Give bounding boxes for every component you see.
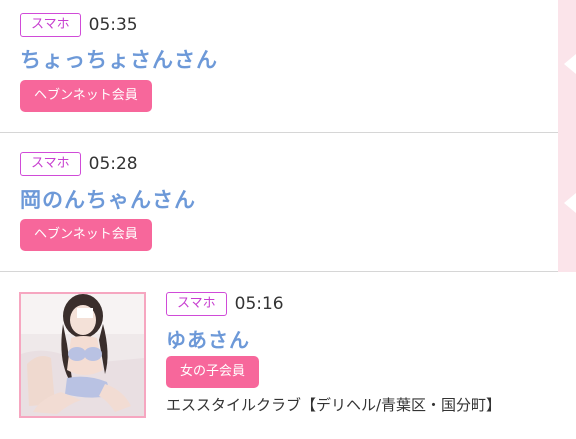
panel-notch: [564, 54, 576, 74]
device-badge: スマホ: [20, 152, 81, 176]
access-entry[interactable]: スマホ 05:35 ちょっちょさんさん ヘブンネット会員: [0, 0, 558, 133]
member-type-badge: 女の子会員: [166, 356, 260, 388]
device-badge: スマホ: [166, 292, 227, 316]
visitor-name[interactable]: ゆあさん: [166, 324, 250, 353]
access-time: 05:28: [88, 154, 138, 174]
access-entry[interactable]: スマホ 05:16 ゆあさん 女の子会員 エススタイルクラブ【デリヘル/青葉区・…: [0, 272, 576, 439]
access-entry[interactable]: スマホ 05:28 岡のんちゃんさん ヘブンネット会員: [0, 133, 558, 272]
member-type-badge: ヘブンネット会員: [20, 219, 152, 251]
panel-notch: [564, 193, 576, 213]
device-badge: スマホ: [20, 13, 81, 37]
visitor-name[interactable]: ちょっちょさんさん: [20, 44, 218, 74]
shop-name[interactable]: エススタイルクラブ【デリヘル/青葉区・国分町】: [166, 394, 501, 415]
visitor-name[interactable]: 岡のんちゃんさん: [20, 184, 196, 214]
member-type-badge: ヘブンネット会員: [20, 80, 152, 112]
access-time: 05:35: [88, 15, 138, 35]
access-time: 05:16: [234, 294, 284, 314]
entry-meta: スマホ 05:35: [20, 13, 138, 37]
entry-meta: スマホ 05:16: [166, 292, 284, 316]
profile-photo[interactable]: [19, 292, 146, 418]
entry-meta: スマホ 05:28: [20, 152, 138, 176]
side-panel-strip: [558, 0, 576, 272]
